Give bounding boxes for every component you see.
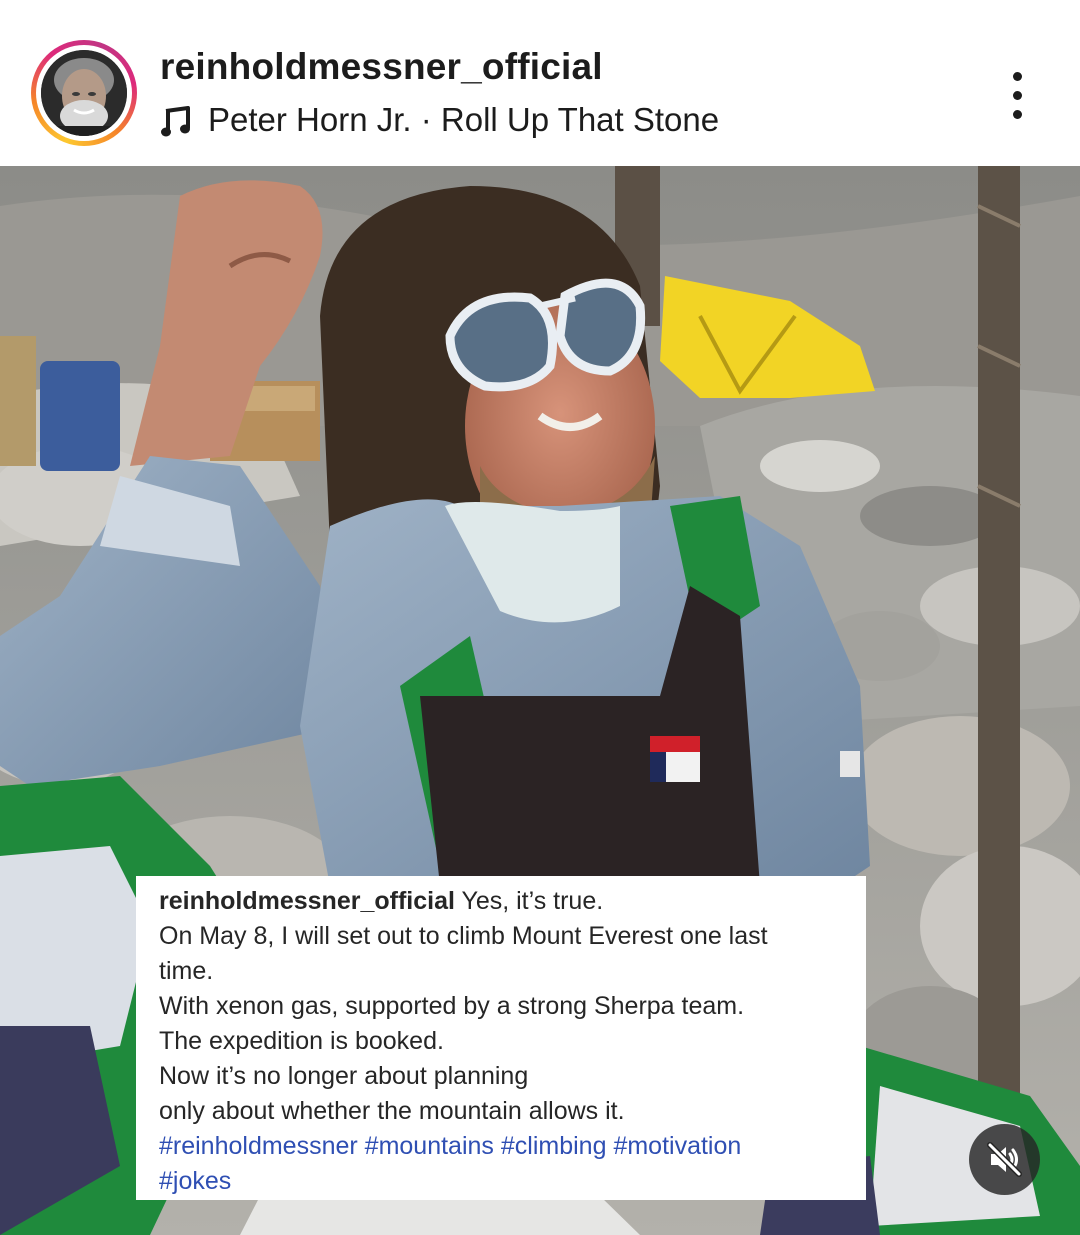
- caption-text: The expedition is booked.: [159, 1027, 444, 1055]
- hashtag-row: #jokes: [159, 1164, 844, 1199]
- hashtag-link[interactable]: #climbing: [501, 1132, 607, 1160]
- more-options-button[interactable]: [996, 66, 1040, 124]
- caption-text: time.: [159, 957, 214, 985]
- more-vertical-icon-dot: [1013, 91, 1022, 100]
- hashtag-row: #reinholdmessner #mountains #climbing #m…: [159, 1129, 844, 1164]
- story-ring[interactable]: [31, 40, 137, 146]
- more-vertical-icon: [1013, 72, 1022, 81]
- hashtag-link[interactable]: #mountains: [365, 1132, 494, 1160]
- hashtag-link[interactable]: #reinholdmessner: [159, 1132, 358, 1160]
- caption-overlay: reinholdmessner_official Yes, it’s true.…: [136, 876, 866, 1200]
- instagram-post: reinholdmessner_official Peter Horn Jr. …: [0, 0, 1080, 1235]
- speaker-muted-icon: [987, 1142, 1022, 1177]
- mute-toggle-button[interactable]: [969, 1124, 1040, 1195]
- caption-username[interactable]: reinholdmessner_official: [159, 887, 455, 915]
- caption-text: only about whether the mountain allows i…: [159, 1097, 625, 1125]
- caption-text: With xenon gas, supported by a strong Sh…: [159, 992, 745, 1020]
- more-vertical-icon-dot: [1013, 110, 1022, 119]
- caption-text: On May 8, I will set out to climb Mount …: [159, 922, 768, 950]
- caption-text: Now it’s no longer about planning: [159, 1062, 529, 1090]
- caption-text: Yes, it’s true.: [461, 887, 604, 915]
- post-header: reinholdmessner_official Peter Horn Jr. …: [0, 0, 1080, 166]
- caption-first-line: reinholdmessner_official Yes, it’s true.: [159, 884, 844, 919]
- profile-avatar[interactable]: [41, 50, 127, 136]
- post-username[interactable]: reinholdmessner_official: [160, 46, 603, 88]
- music-note-icon: [161, 106, 190, 137]
- hashtag-link[interactable]: #motivation: [613, 1132, 741, 1160]
- music-track-label: Peter Horn Jr. · Roll Up That Stone: [208, 101, 720, 138]
- hashtag-link[interactable]: #jokes: [159, 1167, 231, 1195]
